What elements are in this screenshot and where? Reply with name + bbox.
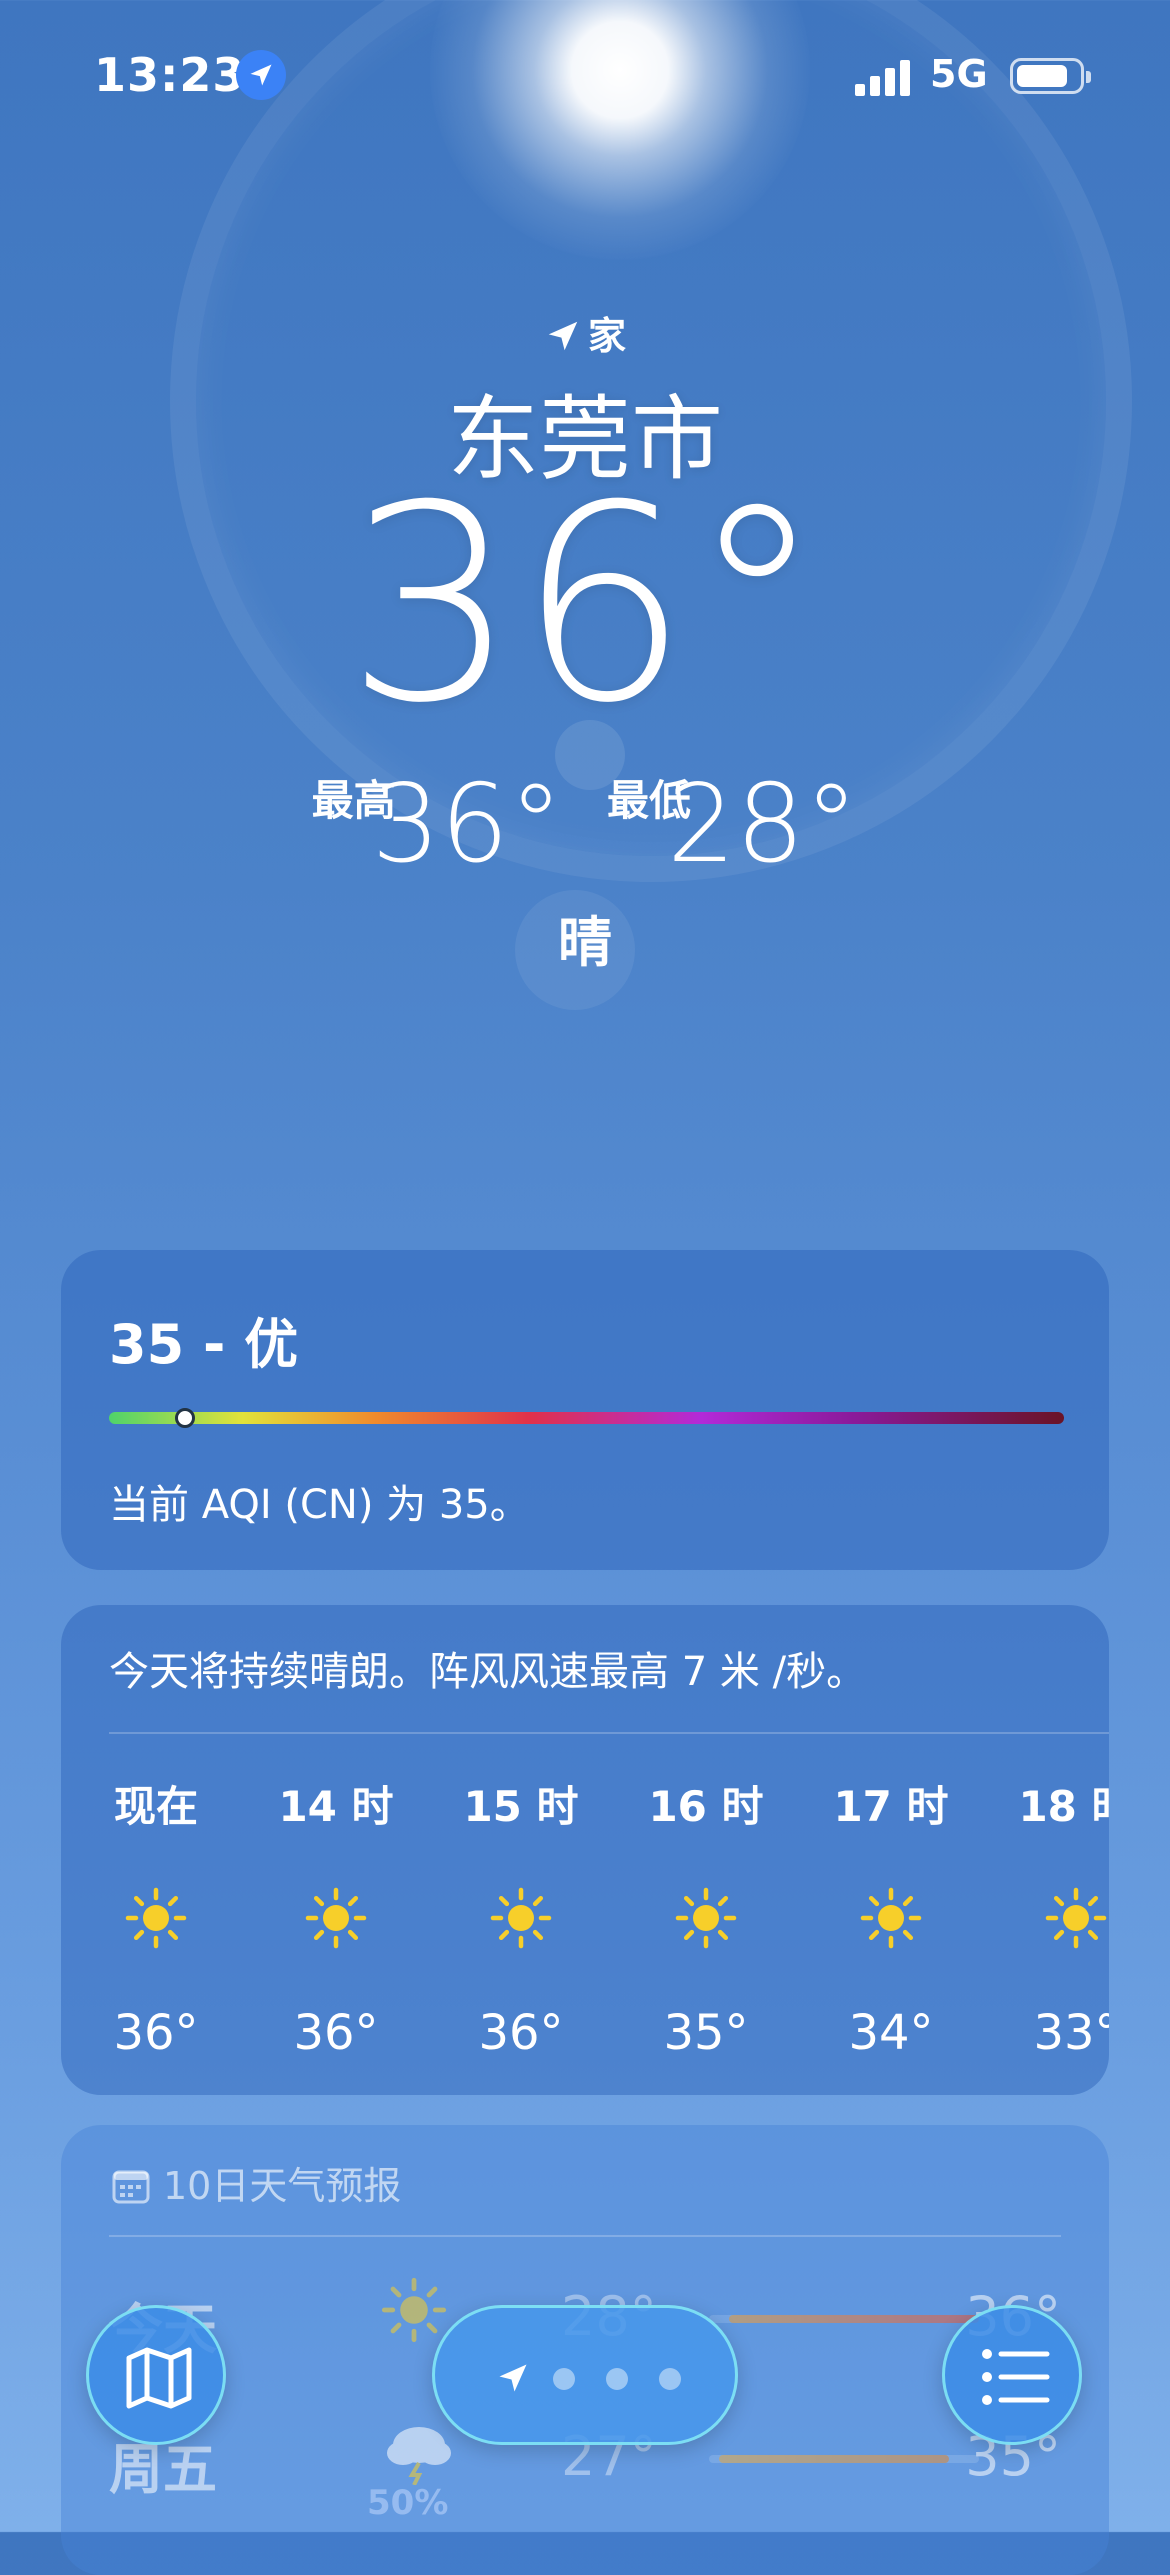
precipitation-chance: 50% (367, 2483, 449, 2523)
map-icon (126, 2347, 192, 2409)
hour-label: 14 时 (278, 1782, 394, 1831)
location-tag-label: 家 (587, 314, 626, 358)
network-label: 5G (930, 52, 988, 96)
page-dot[interactable] (606, 2368, 628, 2390)
low-label: 最低 (607, 776, 692, 825)
aqi-description: 当前 AQI (CN) 为 35。 (109, 1482, 530, 1528)
hour-label: 15 时 (463, 1782, 579, 1831)
sun-icon (91, 1885, 221, 1951)
weather-condition: 晴 (558, 911, 612, 974)
page-dot[interactable] (553, 2368, 575, 2390)
temperature-range-bar (709, 2315, 979, 2323)
signal-icon (855, 58, 915, 96)
hour-item: 16 时 35° (641, 1773, 771, 2061)
hour-item: 现在 36° (91, 1773, 221, 2061)
hour-item: 17 时 34° (826, 1773, 956, 2061)
city-list-button[interactable] (942, 2305, 1082, 2445)
sun-icon (826, 1885, 956, 1951)
high-temperature: 36° (371, 762, 563, 887)
temperature-range-bar (709, 2455, 979, 2463)
divider (109, 2235, 1061, 2237)
hour-item: 18 时 33° (1011, 1773, 1109, 2061)
hour-temp: 34° (848, 2005, 934, 2061)
hour-label: 17 时 (833, 1782, 949, 1831)
hourly-forecast-card[interactable]: 今天将持续晴朗。阵风风速最高 7 米 /秒。 现在 36° 14 时 36° 1… (61, 1605, 1109, 2095)
sun-icon (1011, 1885, 1109, 1951)
hour-temp: 36° (113, 2005, 199, 2061)
hourly-summary: 今天将持续晴朗。阵风风速最高 7 米 /秒。 (109, 1649, 867, 1695)
hour-item: 15 时 36° (456, 1773, 586, 2061)
location-arrow-icon (236, 50, 286, 100)
sun-icon (379, 2275, 449, 2349)
low-temperature: 28° (667, 762, 859, 887)
hour-label: 现在 (113, 1782, 198, 1831)
location-arrow-icon (499, 2364, 527, 2392)
sun-icon (641, 1885, 771, 1951)
hour-temp: 35° (663, 2005, 749, 2061)
map-button[interactable] (86, 2305, 226, 2445)
thunderstorm-icon (379, 2415, 459, 2489)
divider (109, 1732, 1109, 1734)
aqi-scale-bar (109, 1412, 1064, 1424)
list-icon (982, 2349, 1050, 2405)
sun-icon (456, 1885, 586, 1951)
location-arrow-icon (548, 321, 578, 351)
hour-temp: 36° (293, 2005, 379, 2061)
hour-label: 18 时 (1018, 1782, 1109, 1831)
hour-temp: 36° (478, 2005, 564, 2061)
page-dot[interactable] (659, 2368, 681, 2390)
aqi-indicator (175, 1408, 196, 1428)
location-pager[interactable] (432, 2305, 738, 2445)
location-tag: 家 (0, 305, 1170, 360)
hour-label: 16 时 (648, 1782, 764, 1831)
calendar-icon (112, 2170, 150, 2204)
battery-icon (1010, 58, 1091, 94)
forecast-header-label: 10日天气预报 (163, 2164, 402, 2208)
forecast-header: 10日天气预报 (111, 2155, 401, 2210)
hour-temp: 33° (1033, 2005, 1109, 2061)
sun-icon (271, 1885, 401, 1951)
current-temperature: 36° (345, 447, 825, 762)
aqi-title: 35 - 优 (109, 1313, 299, 1376)
status-time: 13:23 (94, 48, 246, 102)
aqi-card[interactable]: 35 - 优 当前 AQI (CN) 为 35。 (61, 1250, 1109, 1570)
high-low-temperature: 最高36° 最低28° (0, 770, 1170, 880)
high-label: 最高 (311, 776, 396, 825)
status-bar: 13:23 5G (0, 0, 1170, 140)
hour-item: 14 时 36° (271, 1773, 401, 2061)
